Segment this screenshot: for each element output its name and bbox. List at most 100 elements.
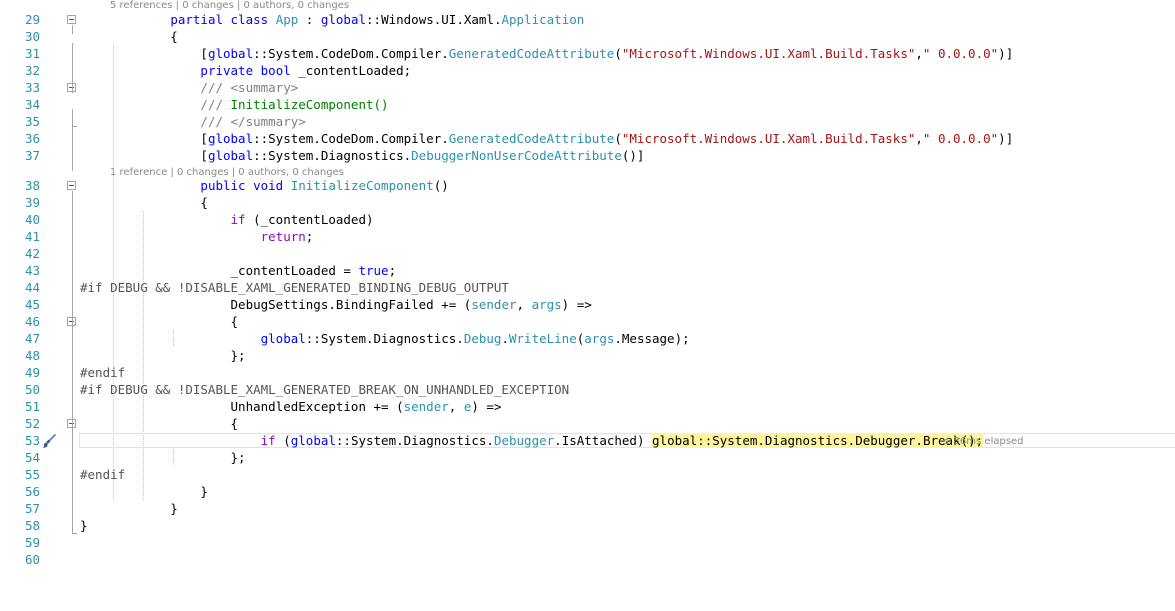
code-line[interactable]: 42 <box>0 245 1175 262</box>
code-line[interactable]: 50 #if DEBUG && !DISABLE_XAML_GENERATED_B… <box>0 381 1175 398</box>
code-line[interactable]: 30 { <box>0 28 1175 45</box>
code-text[interactable]: global::System.Diagnostics.Debug.WriteLi… <box>80 330 690 347</box>
code-text[interactable]: #if DEBUG && !DISABLE_XAML_GENERATED_BRE… <box>80 381 569 398</box>
code-line[interactable]: 39 { <box>0 194 1175 211</box>
code-token: ) => <box>561 297 592 312</box>
code-text[interactable]: if (global::System.Diagnostics.Debugger.… <box>80 432 984 449</box>
line-number: 32 <box>24 63 40 78</box>
code-text[interactable]: if (_contentLoaded) <box>80 211 374 228</box>
code-text[interactable]: [global::System.CodeDom.Compiler.Generat… <box>80 45 1013 62</box>
code-token: if <box>230 212 246 227</box>
line-number: 57 <box>24 501 40 516</box>
code-line[interactable]: 56 } <box>0 483 1175 500</box>
line-number: 60 <box>24 552 40 567</box>
code-token: , <box>516 297 532 312</box>
code-token: ::System.CodeDom.Compiler. <box>253 46 449 61</box>
code-token: args <box>584 331 615 346</box>
code-line[interactable]: 48 }; <box>0 347 1175 364</box>
code-line[interactable]: 47 global::System.Diagnostics.Debug.Writ… <box>0 330 1175 347</box>
code-line[interactable]: 55 #endif <box>0 466 1175 483</box>
code-token: " 0.0.0.0" <box>922 131 999 146</box>
code-line[interactable]: 49 #endif <box>0 364 1175 381</box>
code-text[interactable]: { <box>80 194 208 211</box>
code-token: global::System.Diagnostics.Debugger.Brea… <box>652 433 984 448</box>
code-token: ( <box>275 433 291 448</box>
code-text[interactable]: _contentLoaded = true; <box>80 262 397 279</box>
code-line[interactable]: 60 <box>0 551 1175 568</box>
code-text[interactable]: public void InitializeComponent() <box>80 177 448 194</box>
code-text[interactable]: } <box>80 517 88 534</box>
code-token: Application <box>501 12 585 27</box>
code-token: } <box>80 518 88 533</box>
code-line[interactable]: 33 /// <summary> <box>0 79 1175 96</box>
code-line[interactable]: 37 [global::System.Diagnostics.DebuggerN… <box>0 147 1175 164</box>
codelens-class[interactable]: 5 references | 0 changes | 0 authors, 0 … <box>110 0 349 11</box>
code-line[interactable]: 44 #if DEBUG && !DISABLE_XAML_GENERATED_B… <box>0 279 1175 296</box>
code-text[interactable]: [global::System.Diagnostics.DebuggerNonU… <box>80 147 644 164</box>
code-token: args <box>531 297 562 312</box>
code-text[interactable]: /// InitializeComponent() <box>80 96 388 113</box>
code-text[interactable]: { <box>80 313 239 330</box>
code-token: (_contentLoaded) <box>245 212 374 227</box>
code-line[interactable]: 51 UnhandledException += (sender, e) => <box>0 398 1175 415</box>
code-line[interactable]: 36 [global::System.CodeDom.Compiler.Gene… <box>0 130 1175 147</box>
code-text[interactable]: }; <box>80 347 246 364</box>
line-number: 58 <box>24 518 40 533</box>
line-number: 35 <box>24 114 40 129</box>
code-line[interactable]: 54 }; <box>0 449 1175 466</box>
code-token: global <box>290 433 336 448</box>
line-number: 34 <box>24 97 40 112</box>
code-token: DebuggerNonUserCodeAttribute <box>411 148 622 163</box>
code-text[interactable]: private bool _contentLoaded; <box>80 62 411 79</box>
code-text[interactable]: /// </summary> <box>80 113 305 130</box>
code-token: ( <box>614 131 622 146</box>
line-number: 41 <box>24 229 40 244</box>
code-text[interactable]: } <box>80 500 178 517</box>
code-line[interactable]: 57 } <box>0 500 1175 517</box>
code-text[interactable]: [global::System.CodeDom.Compiler.Generat… <box>80 130 1013 147</box>
code-text[interactable]: }; <box>80 449 246 466</box>
code-token: GeneratedCodeAttribute <box>448 131 615 146</box>
code-line[interactable]: 31 [global::System.CodeDom.Compiler.Gene… <box>0 45 1175 62</box>
code-line[interactable]: 40 if (_contentLoaded) <box>0 211 1175 228</box>
code-line[interactable]: 34 /// InitializeComponent() <box>0 96 1175 113</box>
code-token: ::System.CodeDom.Compiler. <box>253 131 449 146</box>
code-line[interactable]: 43 _contentLoaded = true; <box>0 262 1175 279</box>
code-line[interactable]: 41 return; <box>0 228 1175 245</box>
code-token: <summary> <box>230 80 299 95</box>
code-text[interactable]: DebugSettings.BindingFailed += (sender, … <box>80 296 592 313</box>
elapsed-time-hint: ≤ 36ms elapsed <box>942 436 1024 447</box>
code-text[interactable]: return; <box>80 228 314 245</box>
line-number: 56 <box>24 484 40 499</box>
code-token: true <box>358 263 389 278</box>
code-text[interactable]: } <box>80 483 208 500</box>
line-number: 49 <box>24 365 40 380</box>
code-line[interactable]: 52 { <box>0 415 1175 432</box>
code-token: /// <box>200 80 223 95</box>
code-text[interactable]: UnhandledException += (sender, e) => <box>80 398 502 415</box>
code-line[interactable]: 29 partial class App : global::Windows.U… <box>0 11 1175 28</box>
code-line[interactable]: 59 <box>0 534 1175 551</box>
code-text[interactable]: { <box>80 415 239 432</box>
code-line[interactable]: 46 { <box>0 313 1175 330</box>
code-line[interactable]: 58} <box>0 517 1175 534</box>
code-line[interactable]: 45 DebugSettings.BindingFailed += (sende… <box>0 296 1175 313</box>
code-token: }; <box>80 348 246 363</box>
code-text[interactable]: #if DEBUG && !DISABLE_XAML_GENERATED_BIN… <box>80 279 509 296</box>
code-text[interactable]: { <box>80 28 178 45</box>
code-text[interactable]: #endif <box>80 364 125 381</box>
code-text[interactable]: /// <summary> <box>80 79 298 96</box>
code-editor[interactable]: 5 references | 0 changes | 0 authors, 0 … <box>0 0 1175 611</box>
code-line[interactable]: 38 public void InitializeComponent() <box>0 177 1175 194</box>
code-text[interactable]: #endif <box>80 466 125 483</box>
code-text[interactable]: partial class App : global::Windows.UI.X… <box>80 11 584 28</box>
code-line[interactable]: 35 /// </summary> <box>0 113 1175 130</box>
paint-brush-icon[interactable] <box>41 433 57 449</box>
code-line[interactable]: 32 private bool _contentLoaded; <box>0 62 1175 79</box>
